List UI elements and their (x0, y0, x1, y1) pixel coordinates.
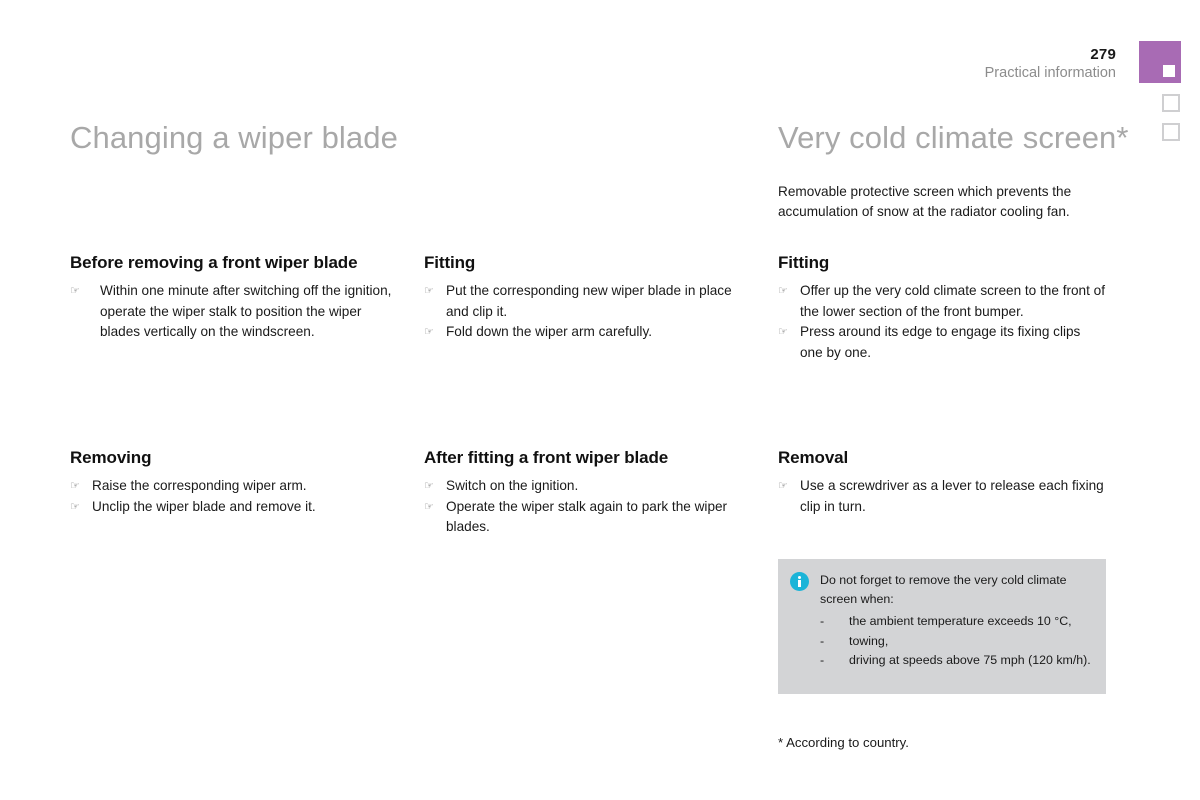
list-item: ☞ Raise the corresponding wiper arm. (70, 476, 400, 497)
section-heading: After fitting a front wiper blade (424, 448, 669, 467)
info-callout-box: Do not forget to remove the very cold cl… (778, 559, 1106, 694)
step-list: ☞ Raise the corresponding wiper arm. ☞ U… (70, 476, 400, 517)
list-item-text: Raise the corresponding wiper arm. (92, 478, 307, 493)
info-text: Do not forget to remove the very cold cl… (820, 573, 1067, 606)
list-item-text: driving at speeds above 75 mph (120 km/h… (849, 653, 1091, 667)
list-item-text: Press around its edge to engage its fixi… (800, 324, 1081, 360)
page-header: 279 Practical information (900, 0, 1200, 141)
pointing-hand-icon: ☞ (778, 326, 788, 338)
list-item: ☞ Within one minute after switching off … (70, 281, 400, 343)
chapter-tab-active (1139, 41, 1181, 83)
section-before-removing: Before removing a front wiper blade ☞ Wi… (70, 252, 400, 343)
chapter-tab-empty-2 (1162, 123, 1180, 141)
list-item: ☞ Operate the wiper stalk again to park … (424, 497, 749, 538)
section-removal-screen: Removal ☞ Use a screwdriver as a lever t… (778, 447, 1106, 517)
list-item-text: Within one minute after switching off th… (100, 283, 392, 339)
step-list: ☞ Switch on the ignition. ☞ Operate the … (424, 476, 749, 538)
chapter-tab-empty-1 (1162, 94, 1180, 112)
info-condition-list: - the ambient temperature exceeds 10 °C,… (820, 612, 1092, 671)
section-removing: Removing ☞ Raise the corresponding wiper… (70, 447, 400, 517)
list-item-text: the ambient temperature exceeds 10 °C, (849, 614, 1072, 628)
dash-bullet: - (820, 633, 825, 648)
info-text-wrapper: Do not forget to remove the very cold cl… (820, 571, 1092, 671)
list-item-text: Unclip the wiper blade and remove it. (92, 498, 316, 514)
step-list: ☞ Within one minute after switching off … (70, 281, 400, 343)
page-number: 279 (1090, 46, 1116, 63)
pointing-hand-icon: ☞ (70, 480, 80, 492)
section-heading: Fitting (778, 253, 830, 272)
list-item-text: Offer up the very cold climate screen to… (800, 283, 1106, 319)
info-icon (790, 572, 809, 591)
section-heading: Before removing a front wiper blade (70, 253, 358, 272)
list-item-text: Fold down the wiper arm carefully. (446, 324, 653, 339)
dash-bullet: - (820, 653, 825, 667)
intro-paragraph: Removable protective screen which preven… (778, 183, 1072, 220)
pointing-hand-icon: ☞ (778, 480, 788, 492)
pointing-hand-icon: ☞ (424, 285, 434, 297)
footnote: * According to country. (778, 735, 909, 750)
list-item: ☞ Put the corresponding new wiper blade … (424, 281, 749, 322)
section-name: Practical information (984, 65, 1116, 82)
list-item: - driving at speeds above 75 mph (120 km… (820, 651, 1092, 671)
page-meta: 279 Practical information (985, 46, 1116, 82)
page-title-right: Very cold climate screen* (778, 120, 1129, 155)
list-item-text: Put the corresponding new wiper blade in… (446, 283, 732, 319)
step-list: ☞ Put the corresponding new wiper blade … (424, 281, 749, 343)
step-list: ☞ Offer up the very cold climate screen … (778, 281, 1106, 363)
list-item: - the ambient temperature exceeds 10 °C, (820, 612, 1092, 632)
pointing-hand-icon: ☞ (424, 500, 434, 513)
list-item: ☞ Switch on the ignition. (424, 476, 749, 497)
pointing-hand-icon: ☞ (424, 326, 434, 338)
section-after-fitting: After fitting a front wiper blade ☞ Swit… (424, 447, 749, 538)
list-item: ☞ Press around its edge to engage its fi… (778, 322, 1106, 363)
info-row: Do not forget to remove the very cold cl… (790, 571, 1092, 671)
list-item: ☞ Use a screwdriver as a lever to releas… (778, 476, 1106, 517)
list-item: ☞ Unclip the wiper blade and remove it. (70, 497, 400, 518)
pointing-hand-icon: ☞ (70, 500, 80, 513)
list-item: ☞ Offer up the very cold climate screen … (778, 281, 1106, 322)
chapter-tab-stack (1139, 41, 1181, 141)
pointing-hand-icon: ☞ (70, 285, 80, 297)
step-list: ☞ Use a screwdriver as a lever to releas… (778, 476, 1106, 517)
dash-bullet: - (820, 614, 825, 628)
tab-marker-icon (1163, 65, 1175, 77)
page-title-left: Changing a wiper blade (70, 120, 398, 155)
section-heading: Removal (778, 448, 849, 467)
pointing-hand-icon: ☞ (424, 480, 434, 492)
list-item-text: towing, (849, 633, 889, 648)
list-item-text: Switch on the ignition. (446, 478, 579, 493)
list-item-text: Use a screwdriver as a lever to release … (800, 478, 1104, 514)
list-item: - towing, (820, 632, 1092, 652)
section-fitting-screen: Fitting ☞ Offer up the very cold climate… (778, 252, 1106, 363)
list-item-text: Operate the wiper stalk again to park th… (446, 498, 728, 535)
section-heading: Removing (70, 448, 152, 467)
section-fitting-wiper: Fitting ☞ Put the corresponding new wipe… (424, 252, 749, 343)
pointing-hand-icon: ☞ (778, 285, 788, 297)
list-item: ☞ Fold down the wiper arm carefully. (424, 322, 749, 343)
section-heading: Fitting (424, 253, 476, 272)
